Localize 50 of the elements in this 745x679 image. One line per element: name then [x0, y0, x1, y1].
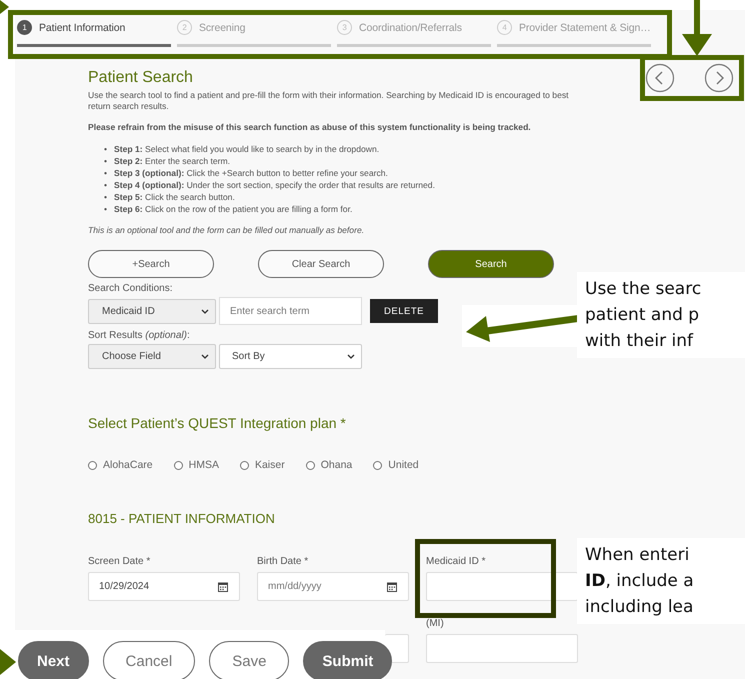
intro-text: Use the search tool to find a patient and pre-fill the form with their information. Searching by Medicaid ID is encouraged to best return search results.: [88, 90, 570, 112]
instruction-step: Step 2: Enter the search term.: [114, 155, 230, 167]
field-label: Sort Results (optional):: [88, 330, 191, 341]
note-text: This is an optional tool and the form can be filled out manually as before.: [88, 225, 366, 236]
instruction-step: Step 5: Click the search button.: [114, 191, 235, 203]
field-dropdown[interactable]: Medicaid ID: [88, 298, 216, 324]
search-field[interactable]: Enter search term: [219, 297, 362, 325]
instruction-step: Step 3 (optional): Click the +Search button to better refine your search.: [114, 167, 388, 179]
field-label: Search Conditions:: [88, 283, 174, 294]
callout-text: When enteri ID, include a including lea: [577, 538, 745, 624]
radio-label: AlohaCare: [103, 459, 153, 471]
primary-button[interactable]: Next: [18, 641, 89, 679]
date-field[interactable]: 10/29/2024: [88, 572, 240, 601]
bullet: •: [104, 143, 108, 155]
radio-label: Kaiser: [254, 459, 285, 471]
field-label: Screen Date *: [88, 556, 152, 568]
sort-dropdown[interactable]: Sort By: [219, 344, 362, 369]
bullet: •: [104, 191, 108, 203]
bullet: •: [104, 167, 108, 179]
delete-button[interactable]: DELETE: [370, 299, 438, 323]
date-field[interactable]: mm/dd/yyyy: [257, 572, 409, 601]
instruction-step: Step 6: Click on the row of the patient you are filling a form for.: [114, 203, 352, 215]
section-heading: Select Patient’s QUEST Integration plan *: [88, 415, 347, 431]
primary-button[interactable]: Submit: [303, 641, 392, 679]
field-label: Birth Date *: [257, 556, 310, 568]
field-label: (MI): [426, 618, 445, 630]
radio-label: United: [388, 459, 419, 471]
bullet: •: [104, 179, 108, 191]
section-heading: 8015 - PATIENT INFORMATION: [88, 511, 276, 526]
action-button[interactable]: Clear Search: [258, 250, 384, 278]
radio-label: HMSA: [188, 459, 219, 471]
callout-text: Use the searc patient and p with their inf: [577, 272, 745, 358]
search-button[interactable]: Search: [428, 250, 554, 278]
field-dropdown[interactable]: Choose Field: [88, 344, 216, 369]
instruction-step: Step 1: Select what field you would like to search by in the dropdown.: [114, 143, 380, 155]
action-button[interactable]: +Search: [88, 250, 214, 278]
step-number: 1: [17, 20, 32, 35]
step-tab[interactable]: 1 Patient Information: [17, 18, 171, 47]
instruction-step: Step 4 (optional): Under the sort section, specify the order that results are returned.: [114, 179, 435, 191]
secondary-button[interactable]: Save: [209, 641, 290, 679]
section-title: Patient Search: [88, 69, 194, 87]
bullet: •: [104, 203, 108, 215]
step-number: 4: [497, 20, 512, 35]
step-number: 3: [337, 20, 352, 35]
field-label: Medicaid ID *: [426, 556, 486, 568]
warning-text: Please refrain from the misuse of this search function as abuse of this system functionality is being tracked.: [88, 122, 532, 133]
step-number: 2: [177, 20, 192, 35]
secondary-button[interactable]: Cancel: [102, 641, 196, 679]
bullet: •: [104, 155, 108, 167]
radio-label: Ohana: [320, 459, 352, 471]
